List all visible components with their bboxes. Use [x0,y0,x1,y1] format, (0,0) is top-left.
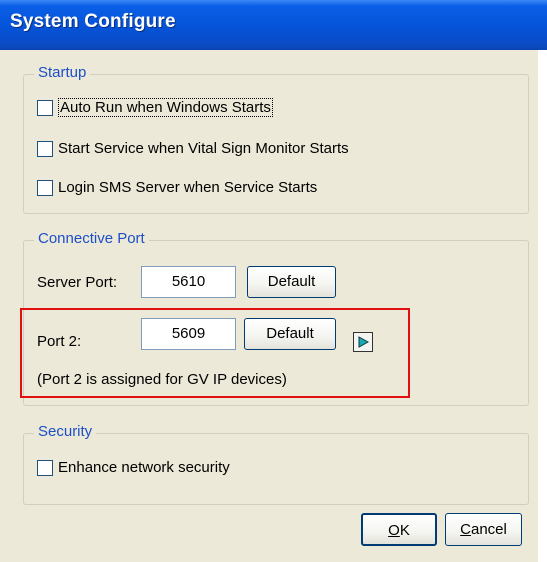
start-service-label: Start Service when Vital Sign Monitor St… [58,140,349,157]
enhance-security-label: Enhance network security [58,459,230,476]
server-port-default-button[interactable]: Default [247,266,336,298]
cancel-button[interactable]: Cancel [445,513,522,546]
window-edge [538,50,547,562]
ok-label-rest: K [399,522,410,539]
startup-legend: Startup [34,64,91,81]
login-sms-label: Login SMS Server when Service Starts [58,179,318,196]
enhance-security-checkbox[interactable] [37,459,53,476]
login-sms-checkbox[interactable] [37,179,53,196]
start-service-checkbox[interactable] [37,140,53,157]
cancel-label-rest: ancel [470,521,507,538]
cancel-mnemonic: C [460,521,471,538]
auto-run-label: Auto Run when Windows Starts [58,98,273,117]
security-legend: Security [34,423,97,440]
system-configure-dialog: System Configure Startup Auto Run when W… [0,0,547,562]
title-bar[interactable]: System Configure [0,0,547,50]
auto-run-checkbox[interactable] [37,99,53,116]
enhance-security-option[interactable]: Enhance network security [37,459,230,476]
port2-highlight-box [20,308,410,398]
ok-button[interactable]: OK [361,513,437,546]
auto-run-option[interactable]: Auto Run when Windows Starts [37,98,273,117]
server-port-label: Server Port: [37,274,118,291]
ok-mnemonic: O [388,522,400,539]
window-title: System Configure [10,11,176,32]
start-service-option[interactable]: Start Service when Vital Sign Monitor St… [37,140,349,157]
connective-port-legend: Connective Port [34,230,149,247]
server-port-input[interactable]: 5610 [141,266,236,298]
login-sms-option[interactable]: Login SMS Server when Service Starts [37,179,317,196]
